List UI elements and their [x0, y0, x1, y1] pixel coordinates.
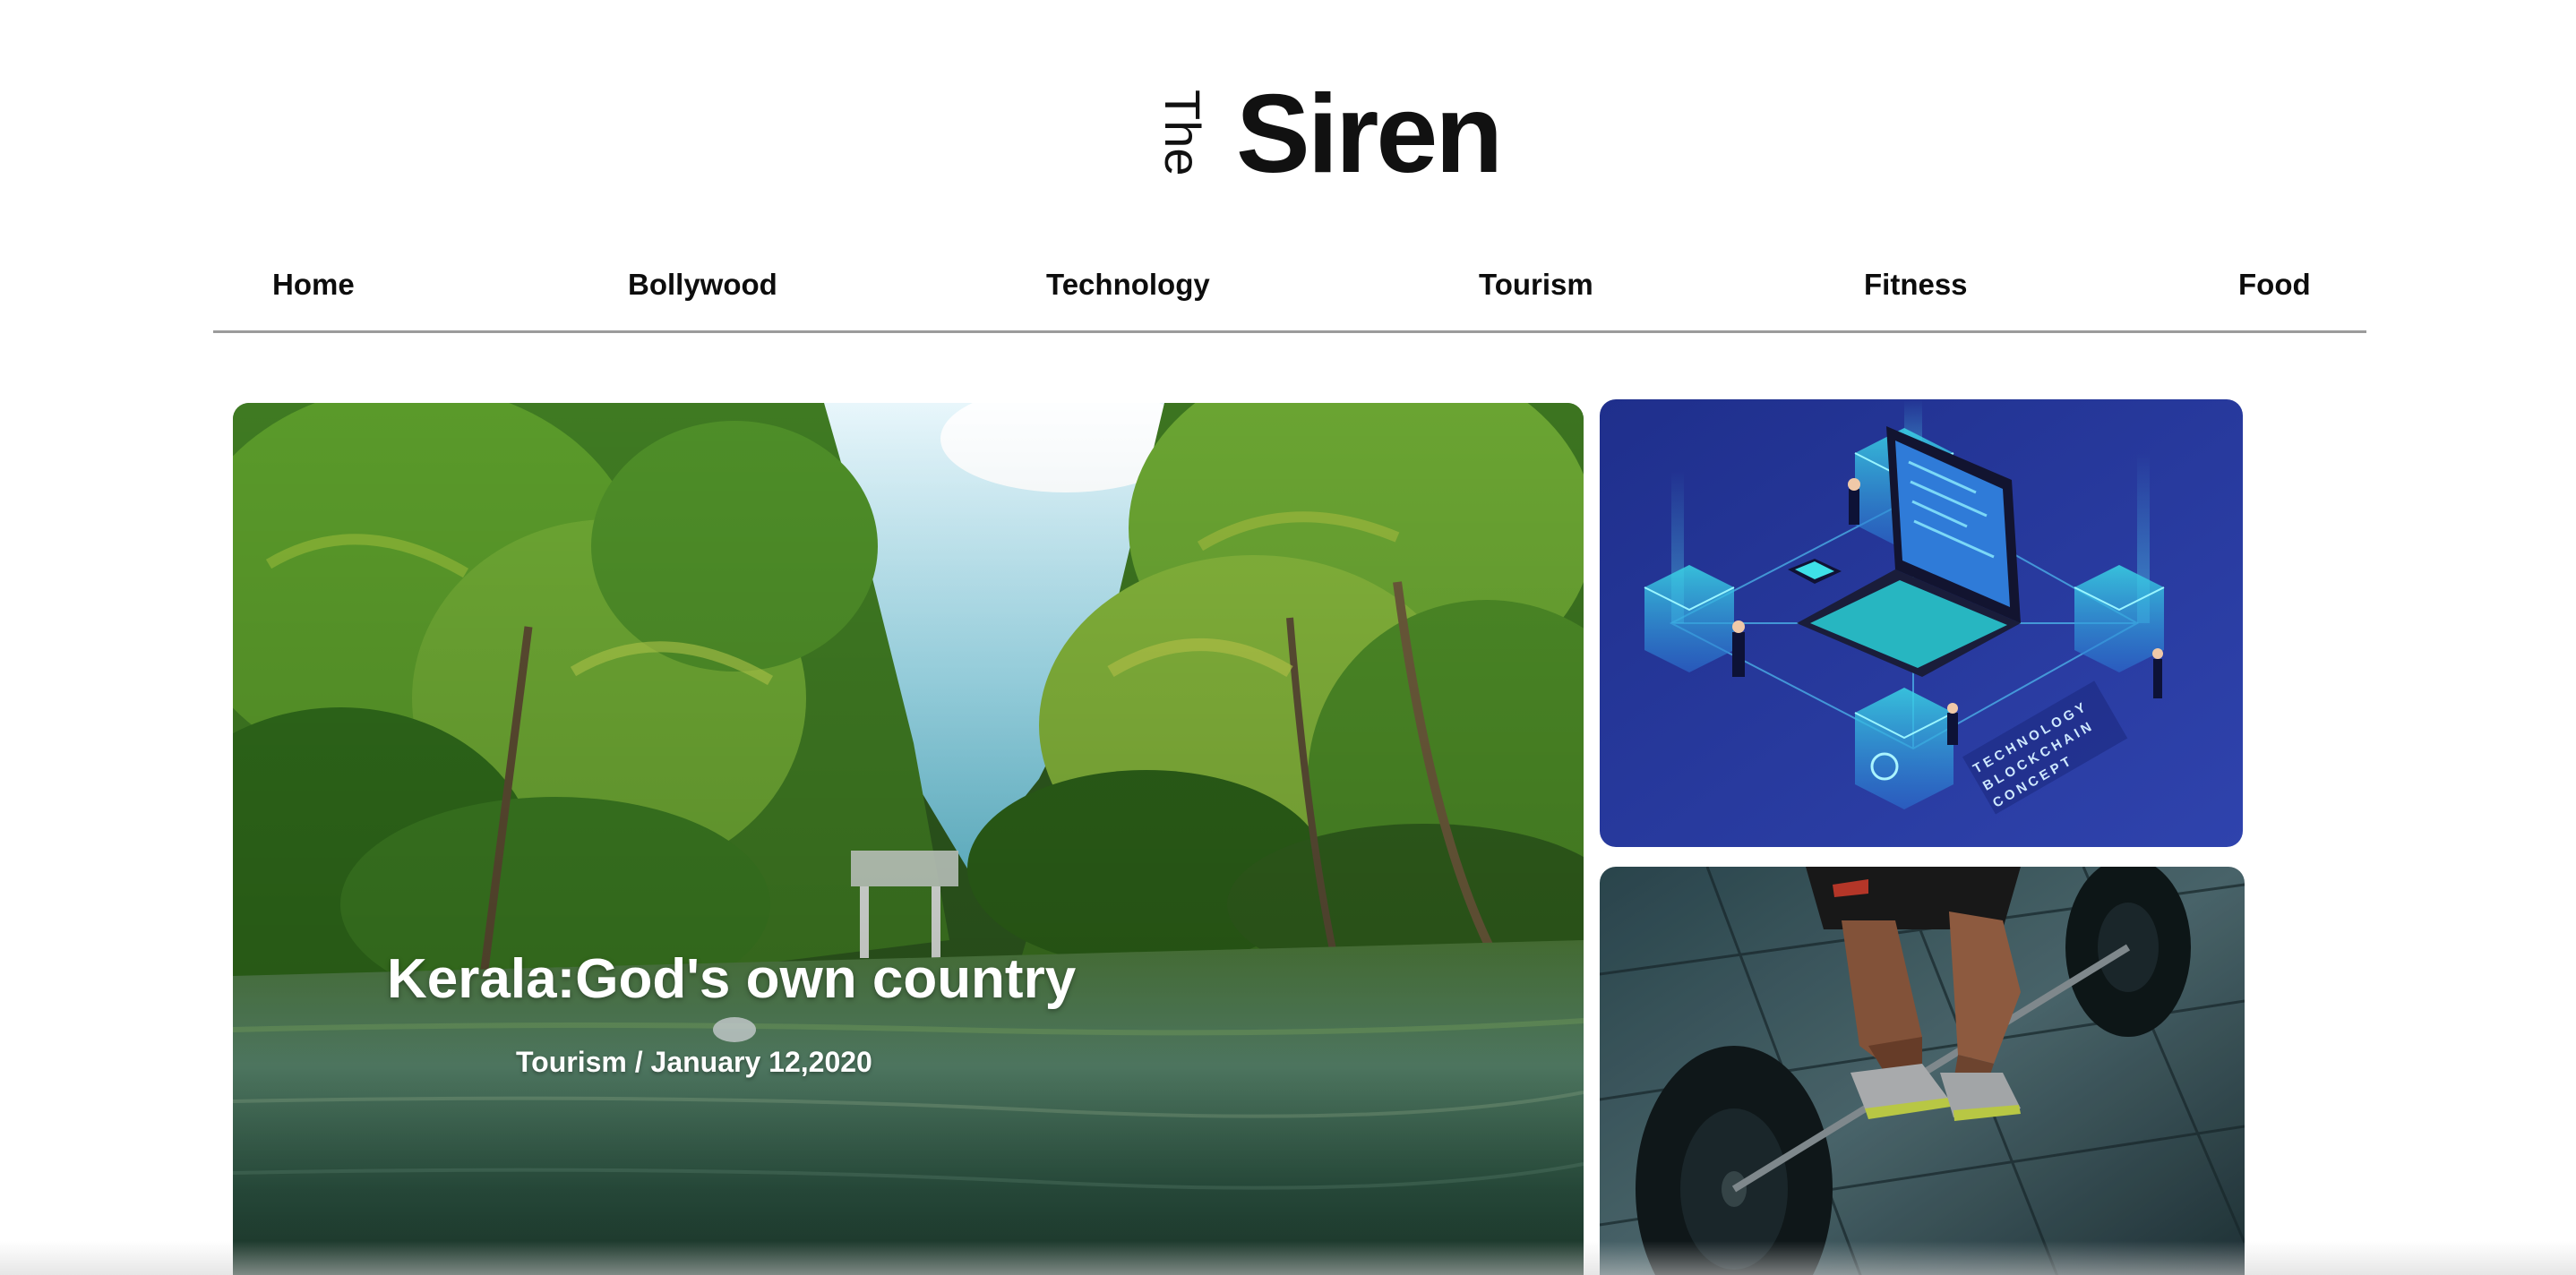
- featured-article-card[interactable]: Kerala:God's own country Tourism / Janua…: [233, 403, 1584, 1275]
- kerala-backwaters-image: [233, 403, 1584, 1275]
- technology-article-card[interactable]: TECHNOLOGY BLOCKCHAIN CONCEPT: [1600, 399, 2243, 847]
- main-nav: Home Bollywood Technology Tourism Fitnes…: [213, 240, 2366, 333]
- nav-item-technology[interactable]: Technology: [1046, 267, 1210, 303]
- nav-item-tourism[interactable]: Tourism: [1479, 267, 1593, 303]
- logo-the: The: [1155, 90, 1211, 176]
- featured-meta: Tourism / January 12,2020: [516, 1046, 872, 1078]
- weightlifting-image: [1600, 867, 2245, 1275]
- fitness-article-card[interactable]: [1600, 867, 2245, 1275]
- logo-siren[interactable]: Siren: [1236, 79, 1503, 190]
- cube-left: [1644, 565, 1735, 672]
- nav-item-home[interactable]: Home: [272, 267, 355, 303]
- logo-the-wrap: The: [1155, 90, 1211, 188]
- nav-item-bollywood[interactable]: Bollywood: [628, 267, 777, 303]
- blockchain-technology-image: TECHNOLOGY BLOCKCHAIN CONCEPT: [1600, 399, 2243, 847]
- nav-item-food[interactable]: Food: [2238, 267, 2311, 303]
- featured-title[interactable]: Kerala:God's own country: [387, 947, 1076, 1012]
- nav-item-fitness[interactable]: Fitness: [1864, 267, 1968, 303]
- site-header: The Siren: [0, 0, 2576, 215]
